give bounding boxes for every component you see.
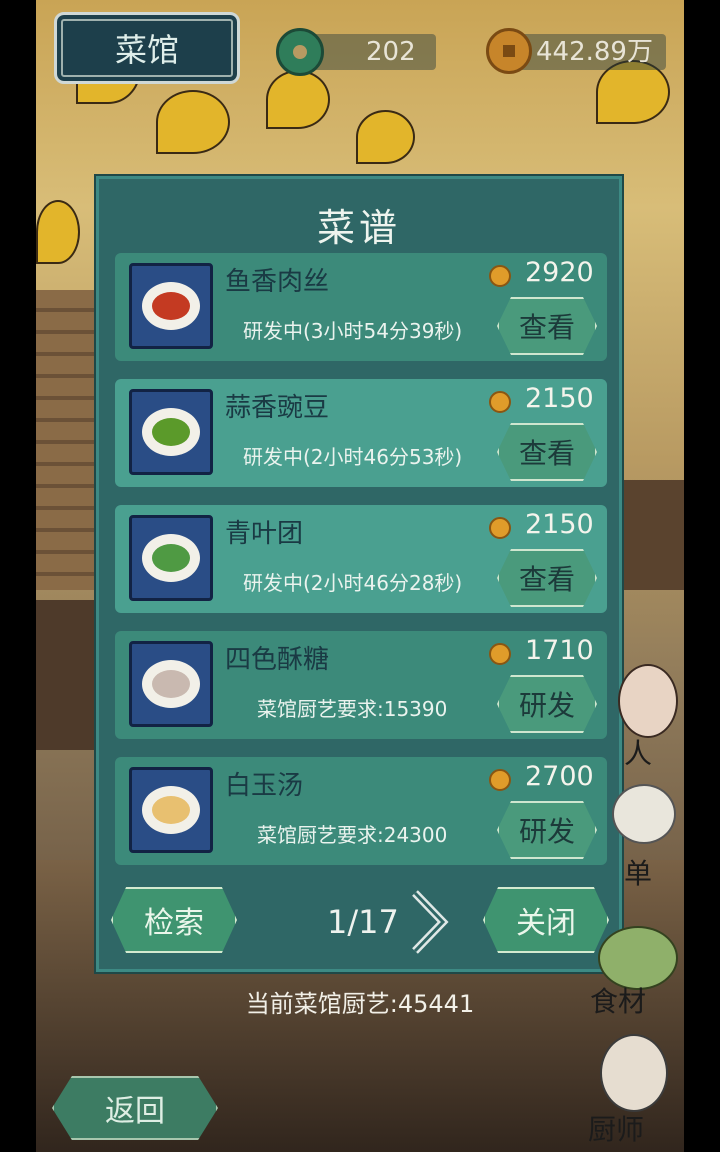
dish-price: 2150 [525, 509, 594, 540]
recipe-panel: 菜谱 鱼香肉丝 2920 研发中(3小时54分39秒) 查看 蒜香豌豆 2150… [96, 176, 622, 972]
dish-requirement: 菜馆厨艺要求:15390 [257, 697, 448, 721]
coin-count: 442.89万 [536, 37, 653, 67]
recipe-row[interactable]: 青叶团 2150 研发中(2小时46分28秒) 查看 [115, 505, 607, 613]
coin-icon [489, 643, 511, 665]
coin-icon [489, 265, 511, 287]
recipe-row[interactable]: 四色酥糖 1710 菜馆厨艺要求:15390 研发 [115, 631, 607, 739]
dish-requirement: 菜馆厨艺要求:24300 [257, 823, 448, 847]
close-button[interactable]: 关闭 [483, 887, 609, 953]
dish-name: 鱼香肉丝 [225, 267, 330, 297]
coin-icon [489, 517, 511, 539]
dish-status: 研发中(2小时46分53秒) [243, 445, 463, 469]
dish-name: 四色酥糖 [225, 645, 330, 675]
dish-name: 青叶团 [225, 519, 304, 549]
dish-name: 蒜香豌豆 [225, 393, 330, 423]
dish-thumbnail [129, 515, 213, 601]
dish-thumbnail [129, 767, 213, 853]
jade-count: 202 [366, 37, 416, 67]
side-menu-chef[interactable]: 厨师 [588, 1108, 644, 1148]
dish-price: 1710 [525, 635, 594, 666]
panel-title: 菜谱 [316, 206, 401, 250]
side-menu-menu[interactable]: 单 [624, 852, 652, 892]
search-button[interactable]: 检索 [111, 887, 237, 953]
menu-dishes-icon[interactable] [612, 784, 676, 844]
chef-avatar[interactable] [600, 1034, 668, 1112]
dish-price: 2150 [525, 383, 594, 414]
dish-price: 2700 [525, 761, 594, 792]
dish-thumbnail [129, 641, 213, 727]
back-button[interactable]: 返回 [52, 1076, 218, 1140]
next-page-icon[interactable] [407, 887, 451, 957]
dish-status: 研发中(2小时46分28秒) [243, 571, 463, 595]
dish-status: 研发中(3小时54分39秒) [243, 319, 463, 343]
side-menu-ingredients[interactable]: 食材 [590, 980, 646, 1020]
coin-icon [489, 391, 511, 413]
jade-icon [276, 28, 324, 76]
recipe-row[interactable]: 鱼香肉丝 2920 研发中(3小时54分39秒) 查看 [115, 253, 607, 361]
coin-icon [489, 769, 511, 791]
copper-coin-icon [486, 28, 532, 74]
view-button[interactable]: 查看 [497, 423, 597, 481]
dish-price: 2920 [525, 257, 594, 288]
restaurant-title-button[interactable]: 菜馆 [54, 12, 240, 84]
side-menu-person[interactable]: 人 [624, 732, 652, 772]
dish-name: 白玉汤 [225, 771, 304, 801]
dish-thumbnail [129, 389, 213, 475]
view-button[interactable]: 查看 [497, 549, 597, 607]
recipe-row[interactable]: 蒜香豌豆 2150 研发中(2小时46分53秒) 查看 [115, 379, 607, 487]
recipe-row[interactable]: 白玉汤 2700 菜馆厨艺要求:24300 研发 [115, 757, 607, 865]
view-button[interactable]: 查看 [497, 297, 597, 355]
character-avatar[interactable] [618, 664, 678, 738]
develop-button[interactable]: 研发 [497, 801, 597, 859]
develop-button[interactable]: 研发 [497, 675, 597, 733]
dish-thumbnail [129, 263, 213, 349]
page-indicator: 1/17 [327, 903, 399, 941]
